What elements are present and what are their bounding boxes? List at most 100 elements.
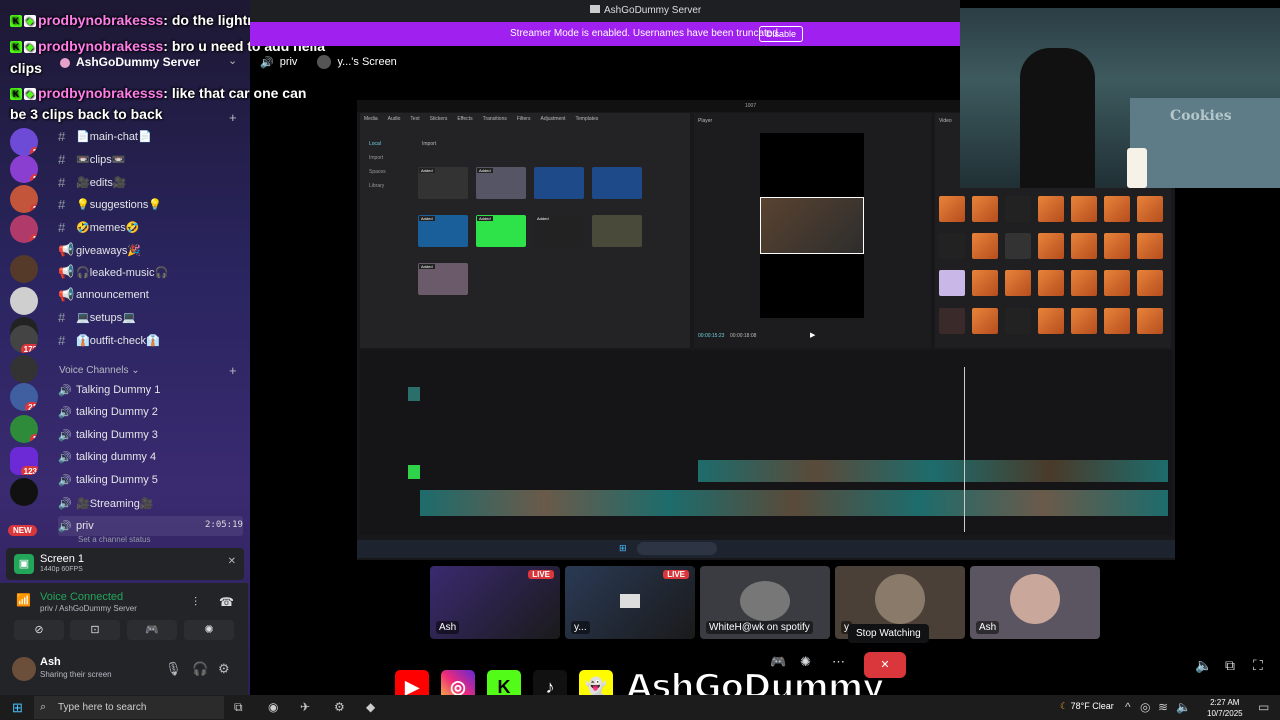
hash-icon: #: [58, 151, 66, 167]
notification-icon[interactable]: ▭: [1258, 700, 1269, 714]
fullscreen-icon[interactable]: ⛶: [1253, 657, 1263, 674]
windows-start-icon[interactable]: ⊞: [12, 700, 23, 716]
noise-suppression-icon[interactable]: ⫶: [194, 595, 197, 610]
new-badge: NEW: [8, 525, 37, 536]
stream-tile[interactable]: Ash: [970, 566, 1100, 639]
badge-icon: ◆: [24, 88, 36, 101]
voice-panel: 📶 Voice Connected priv / AshGoDummy Serv…: [0, 583, 248, 695]
microphone-icon[interactable]: 🎙: [165, 661, 182, 677]
unread-badge: 123: [20, 466, 38, 475]
server-icon[interactable]: 1: [10, 185, 38, 213]
wifi-icon[interactable]: ≋: [1158, 700, 1168, 714]
channel-announcement[interactable]: 📢 announcement: [58, 285, 243, 305]
screen-icon: [620, 594, 640, 608]
unread-badge: 1: [29, 434, 38, 443]
server-icon[interactable]: 1: [10, 415, 38, 443]
add-channel-icon[interactable]: +: [229, 110, 237, 125]
popout-icon[interactable]: ⧉: [1225, 657, 1235, 674]
voice-channel[interactable]: 🔊 talking Dummy 3: [58, 425, 243, 445]
avatar[interactable]: [12, 657, 36, 681]
hash-icon: #: [58, 332, 66, 348]
network-icon[interactable]: ◎: [1140, 700, 1150, 714]
chat-message: clips: [10, 60, 42, 76]
voice-channel[interactable]: 🔊 talking Dummy 2: [58, 402, 243, 422]
import-button: Import: [422, 141, 437, 147]
channel-outfit-check[interactable]: # 👔outfit-check👔: [58, 330, 243, 350]
volume-icon[interactable]: 🔈: [1195, 657, 1212, 674]
server-icon[interactable]: 1: [10, 128, 38, 156]
app-icon[interactable]: ◉: [268, 700, 278, 714]
voice-section-label[interactable]: Voice Channels ⌄: [59, 365, 140, 376]
hash-icon: #: [58, 309, 66, 325]
player-panel: Player 00:00:15:23 00:00:18:08 ▶: [694, 113, 931, 348]
voice-status[interactable]: Voice Connected: [40, 591, 123, 603]
user-name[interactable]: Ash: [40, 656, 61, 668]
taskbar-search[interactable]: ⌕ Type here to search: [34, 696, 224, 719]
hash-icon: #: [58, 219, 66, 235]
channel-status[interactable]: Set a channel status: [78, 535, 151, 544]
disconnect-icon[interactable]: ☎: [219, 595, 234, 609]
server-icon[interactable]: 1: [10, 155, 38, 183]
volume-icon[interactable]: 🔈: [1176, 700, 1191, 714]
unread-badge: 1: [29, 204, 38, 213]
voice-channel[interactable]: 🔊 Talking Dummy 1: [58, 380, 243, 400]
stop-share-icon[interactable]: ✕: [228, 556, 236, 567]
chat-message: K ◆ prodbynobrakesss: like that car one ca…: [10, 85, 306, 101]
unread-badge: 172: [20, 344, 38, 353]
channel-main-chat[interactable]: # 📄main-chat📄: [58, 126, 243, 146]
server-icon[interactable]: [10, 355, 38, 383]
stage-screen-label[interactable]: y...'s Screen: [337, 56, 396, 68]
app-icon[interactable]: ⚙: [334, 700, 345, 714]
stream-tile[interactable]: LIVE y...: [565, 566, 695, 639]
screen-share-icon: ▣: [14, 554, 34, 574]
media-thumb: [592, 215, 642, 247]
gear-icon[interactable]: ⚙: [218, 661, 230, 677]
server-icon[interactable]: 123: [10, 447, 38, 475]
chevron-up-icon[interactable]: ^: [1125, 700, 1131, 714]
voice-channel[interactable]: 🔊 🎥Streaming🎥: [58, 493, 243, 513]
server-icon[interactable]: 172: [10, 325, 38, 353]
server-icon[interactable]: 21: [10, 383, 38, 411]
channel-setups[interactable]: # 💻setups💻: [58, 307, 243, 327]
channel-memes[interactable]: # 🤣memes🤣: [58, 217, 243, 237]
channel-edits[interactable]: # 🎥edits🎥: [58, 172, 243, 192]
speaker-icon: 🔊: [58, 497, 72, 510]
live-badge: LIVE: [528, 570, 554, 579]
activity-button[interactable]: 🎮: [127, 620, 177, 640]
media-thumb: Added: [476, 215, 526, 247]
share-screen-button[interactable]: ⊡: [70, 620, 120, 640]
voice-channel[interactable]: 🔊 talking Dummy 5: [58, 470, 243, 490]
taskbar-clock[interactable]: 2:27 AM 10/7/2025: [1207, 697, 1243, 719]
media-thumb: Added: [418, 167, 468, 199]
stream-tile[interactable]: WhiteH@wk on spotify: [700, 566, 830, 639]
task-view-icon[interactable]: ⧉: [234, 700, 243, 715]
disable-streamer-mode-button[interactable]: Disable: [759, 26, 803, 42]
server-icon[interactable]: [10, 287, 38, 315]
stream-tile[interactable]: LIVE Ash: [430, 566, 560, 639]
headphones-icon[interactable]: 🎧: [192, 661, 208, 677]
soundboard-button[interactable]: ✺: [184, 620, 234, 640]
voice-location[interactable]: priv / AshGoDummy Server: [40, 604, 137, 613]
channel-giveaways[interactable]: 📢 giveaways🎉: [58, 240, 243, 260]
channel-leaked-music[interactable]: 📢 🎧leaked-music🎧: [58, 262, 243, 282]
camera-off-button[interactable]: ⊘: [14, 620, 64, 640]
server-icon[interactable]: [10, 255, 38, 283]
app-icon[interactable]: ✈: [300, 700, 310, 714]
webcam-person: [1020, 48, 1095, 188]
channel-clips[interactable]: # 📼clips📼: [58, 149, 243, 169]
app-icon[interactable]: ◆: [366, 700, 375, 714]
channel-suggestions[interactable]: # 💡suggestions💡: [58, 194, 243, 214]
server-name[interactable]: AshGoDummy Server: [60, 55, 200, 69]
player-image: [760, 197, 864, 254]
weather-widget[interactable]: ☾ 78°F Clear: [1060, 701, 1114, 712]
chevron-down-icon[interactable]: ⌄: [228, 54, 237, 67]
server-icon[interactable]: [10, 478, 38, 506]
editor-tabs: Media Audio Text Stickers Effects Transitions…: [364, 116, 599, 122]
server-icon[interactable]: 1: [10, 215, 38, 243]
media-side-nav: Local Import Spaces Library: [369, 141, 386, 189]
voice-channel[interactable]: 🔊 talking dummy 4: [58, 447, 243, 467]
app-icon: [590, 5, 600, 13]
add-voice-channel-icon[interactable]: +: [229, 363, 237, 378]
stop-watching-tooltip: Stop Watching: [848, 624, 929, 643]
timeline: [360, 350, 1172, 535]
